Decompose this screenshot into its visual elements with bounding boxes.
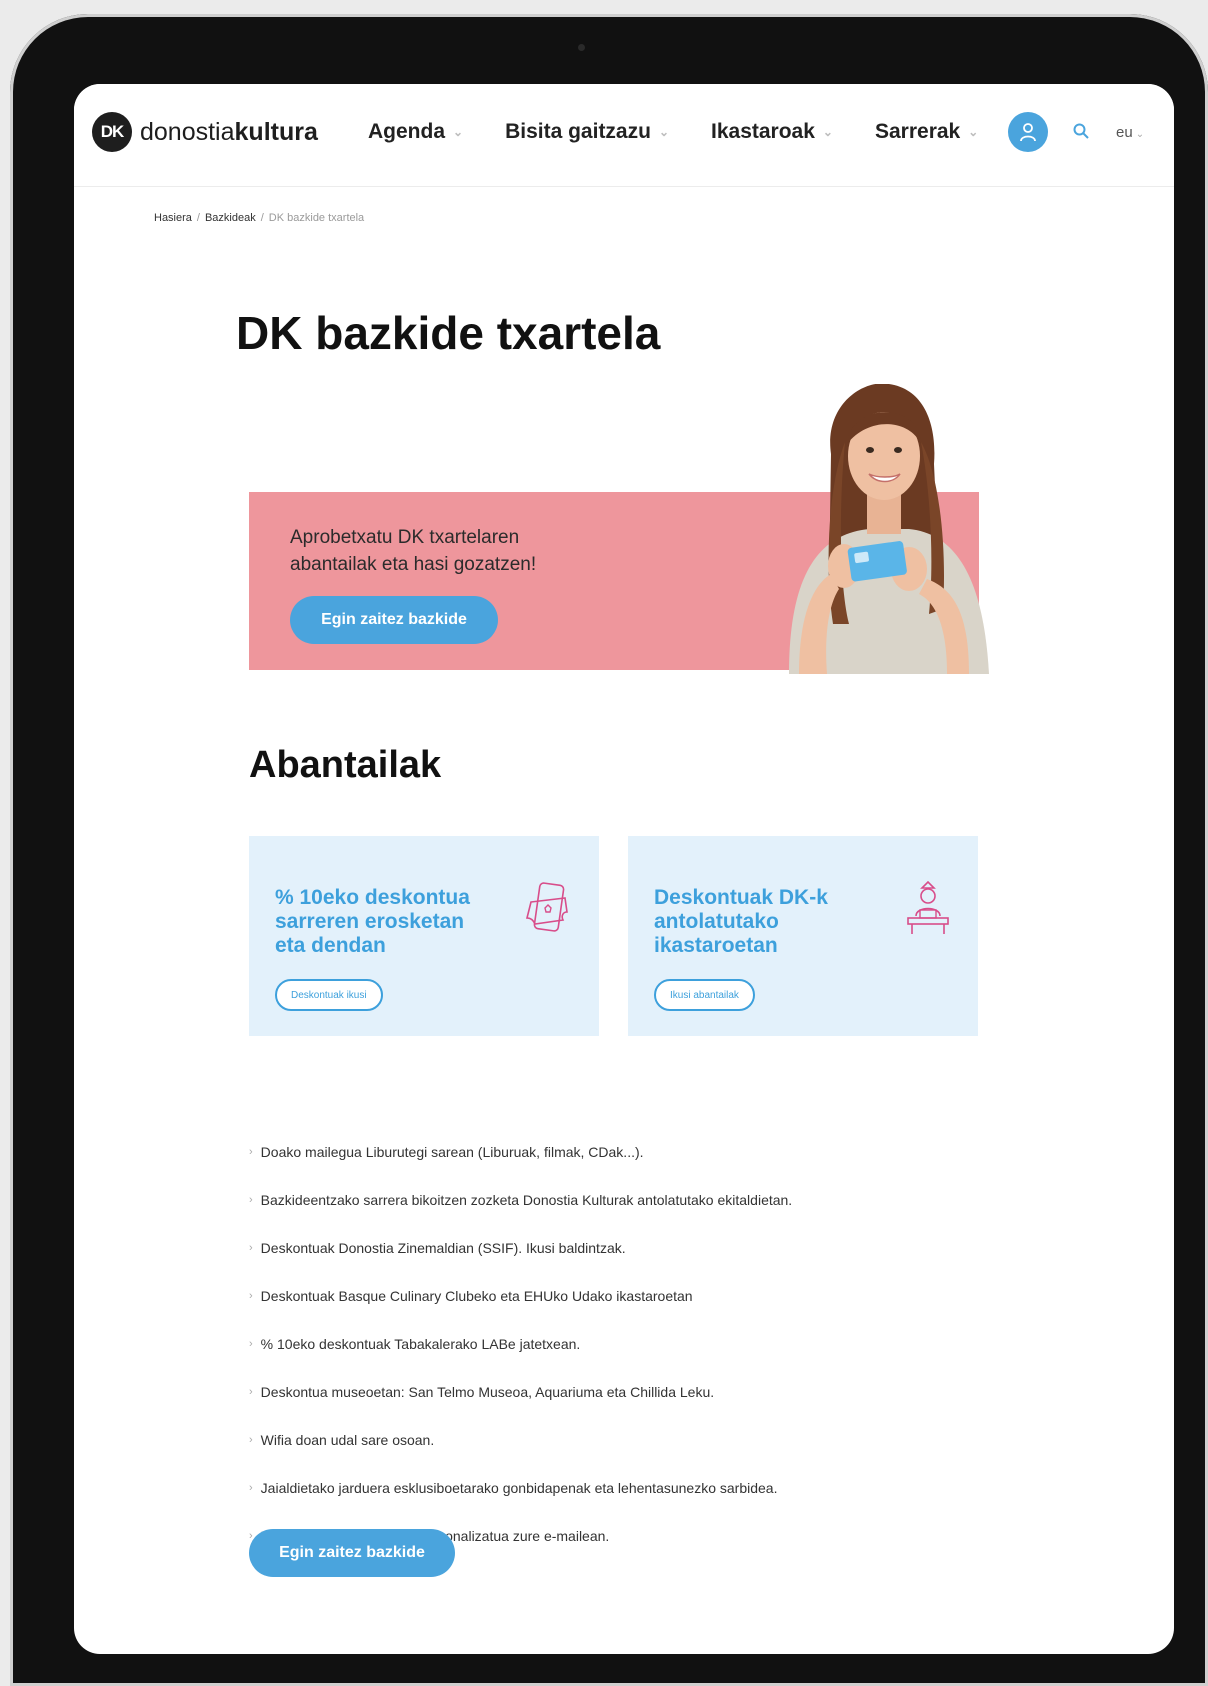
breadcrumb-separator: / xyxy=(196,212,200,224)
woman-holding-card-image xyxy=(789,384,989,674)
list-item-text: Deskontuak Donostia Zinemaldian (SSIF). … xyxy=(260,1240,626,1256)
main-nav: Agenda ⌄ Bisita gaitzazu ⌄ Ikastaroak ⌄ Sar… xyxy=(368,120,1020,144)
nav-label: Sarrerak xyxy=(874,120,961,143)
site-header: DK donostiakultura Agenda ⌄ Bisita gaitza… xyxy=(74,84,1174,187)
logo-mark: DK xyxy=(92,112,132,152)
logo-text-bold: kultura xyxy=(234,117,318,146)
list-item-text: Jaialdietako jarduera esklusiboetarako g… xyxy=(260,1480,778,1496)
logo-text-light: donostia xyxy=(140,117,235,146)
advantage-card-courses: Deskontuak DK-k antolatutako ikastaroeta… xyxy=(628,836,978,1036)
breadcrumb-current: DK bazkide txartela xyxy=(268,212,365,224)
chevron-right-icon: › xyxy=(249,1434,253,1446)
language-label: eu xyxy=(1116,124,1133,141)
list-item-text: Wifia doan udal sare osoan. xyxy=(260,1432,435,1448)
list-item-text: Deskontua museoetan: San Telmo Museoa, A… xyxy=(260,1384,715,1400)
mobile-ticket-icon xyxy=(525,882,568,932)
chevron-right-icon: › xyxy=(249,1194,253,1206)
nav-label: Ikastaroak xyxy=(711,120,815,143)
chevron-down-icon: ⌄ xyxy=(822,125,833,139)
nav-label: Agenda xyxy=(368,120,446,143)
promo-text: Aprobetxatu DK txartelaren abantailak et… xyxy=(290,527,537,575)
breadcrumb: Hasiera / Bazkideak / DK bazkide txartela xyxy=(154,212,364,224)
list-item-text: Doako mailegua Liburutegi sarean (Liburu… xyxy=(260,1144,644,1160)
user-account-button[interactable] xyxy=(1008,112,1048,152)
chevron-right-icon: › xyxy=(249,1242,253,1254)
breadcrumb-separator: / xyxy=(260,212,264,224)
list-item: › Deskontuak Donostia Zinemaldian (SSIF).… xyxy=(249,1240,792,1288)
list-item: › Wifia doan udal sare osoan. xyxy=(249,1432,792,1480)
chevron-right-icon: › xyxy=(249,1482,253,1494)
list-item: › Deskontua museoetan: San Telmo Museoa, … xyxy=(249,1384,792,1432)
nav-item-agenda[interactable]: Agenda ⌄ xyxy=(368,120,463,144)
card-title: Deskontuak DK-k antolatutako ikastaroeta… xyxy=(654,886,828,957)
camera xyxy=(578,44,585,51)
tablet-frame: DK donostiakultura Agenda ⌄ Bisita gaitza… xyxy=(10,14,1208,1686)
list-item: › Jaialdietako jarduera esklusiboetarako … xyxy=(249,1480,792,1528)
list-item: › Doako mailegua Liburutegi sarean (Libur… xyxy=(249,1144,792,1192)
chevron-down-icon: ⌄ xyxy=(1135,129,1145,140)
nav-item-ikastaroak[interactable]: Ikastaroak ⌄ xyxy=(711,120,833,144)
logo-text: donostiakultura xyxy=(140,118,318,147)
student-desk-icon xyxy=(907,880,949,934)
site-logo[interactable]: DK donostiakultura xyxy=(92,112,318,152)
card-title: % 10eko deskontua sarreren erosketan eta… xyxy=(275,886,470,957)
page-title: DK bazkide txartela xyxy=(236,307,661,359)
see-advantages-button[interactable]: Ikusi abantailak xyxy=(654,979,755,1011)
breadcrumb-link-members[interactable]: Bazkideak xyxy=(205,212,256,224)
list-item: › % 10eko deskontuak Tabakalerako LABe ja… xyxy=(249,1336,792,1384)
chevron-down-icon: ⌄ xyxy=(968,125,979,139)
nav-item-bisita-gaitzazu[interactable]: Bisita gaitzazu ⌄ xyxy=(505,120,669,144)
list-item: › Deskontuak Basque Culinary Clubeko eta … xyxy=(249,1288,792,1336)
nav-label: Bisita gaitzazu xyxy=(505,120,651,143)
benefits-list: › Doako mailegua Liburutegi sarean (Libur… xyxy=(249,1144,792,1576)
chevron-right-icon: › xyxy=(249,1146,253,1158)
list-item-text: % 10eko deskontuak Tabakalerako LABe jat… xyxy=(260,1336,581,1352)
chevron-right-icon: › xyxy=(249,1290,253,1302)
list-item: › Bazkideentzako sarrera bikoitzen zozket… xyxy=(249,1192,792,1240)
chevron-right-icon: › xyxy=(249,1338,253,1350)
chevron-down-icon: ⌄ xyxy=(453,125,464,139)
browser-screen: DK donostiakultura Agenda ⌄ Bisita gaitza… xyxy=(74,84,1174,1654)
nav-item-sarrerak[interactable]: Sarrerak ⌄ xyxy=(875,120,978,144)
join-button-bottom[interactable]: Egin zaitez bazkide xyxy=(249,1529,455,1577)
search-icon[interactable] xyxy=(1072,122,1090,145)
language-selector[interactable]: eu ⌄ xyxy=(1116,124,1144,141)
user-icon xyxy=(1020,123,1036,142)
see-discounts-button[interactable]: Deskontuak ikusi xyxy=(275,979,383,1011)
breadcrumb-link-home[interactable]: Hasiera xyxy=(154,212,192,224)
advantages-title: Abantailak xyxy=(249,744,442,786)
list-item-text: Deskontuak Basque Culinary Clubeko eta E… xyxy=(260,1288,693,1304)
chevron-down-icon: ⌄ xyxy=(658,125,670,139)
chevron-right-icon: › xyxy=(249,1386,253,1398)
join-button[interactable]: Egin zaitez bazkide xyxy=(290,596,498,644)
list-item-text: Bazkideentzako sarrera bikoitzen zozketa… xyxy=(260,1192,793,1208)
advantage-card-discount: % 10eko deskontua sarreren erosketan eta… xyxy=(249,836,599,1036)
